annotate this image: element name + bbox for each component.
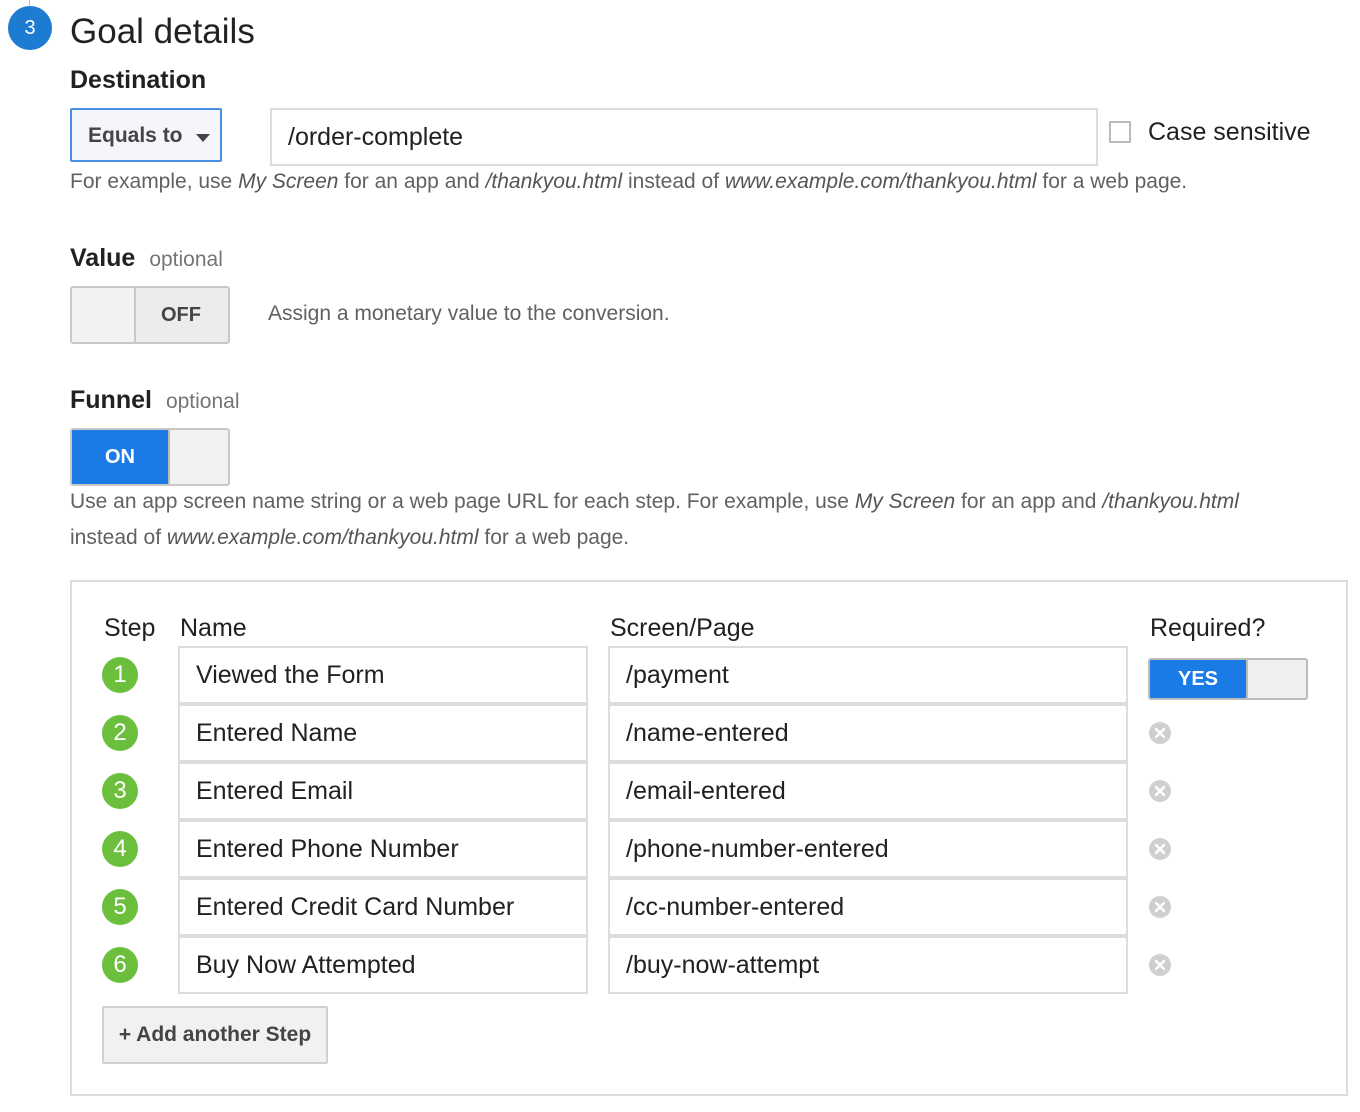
value-toggle[interactable]: OFF (70, 286, 230, 344)
page-title: Goal details (70, 12, 255, 51)
required-toggle-text: YES (1177, 668, 1219, 690)
case-sensitive-checkbox[interactable] (1109, 121, 1131, 143)
section-number-badge: 3 (8, 6, 52, 50)
step-name-input[interactable]: Entered Credit Card Number (178, 878, 588, 936)
step-name-input[interactable]: Viewed the Form (178, 646, 588, 704)
remove-step-icon[interactable] (1148, 779, 1172, 803)
step-name-input[interactable]: Entered Email (178, 762, 588, 820)
step-page-input[interactable]: /name-entered (608, 704, 1128, 762)
remove-step-icon[interactable] (1148, 837, 1172, 861)
match-type-value: Equals to (88, 124, 183, 147)
column-header-step: Step (104, 614, 156, 642)
value-label: Value optional (70, 244, 223, 272)
step-number-badge: 4 (102, 831, 138, 867)
required-toggle[interactable]: YES (1148, 658, 1308, 700)
value-help-text: Assign a monetary value to the conversio… (268, 302, 670, 325)
case-sensitive-label: Case sensitive (1148, 118, 1311, 146)
step-name-input[interactable]: Entered Phone Number (178, 820, 588, 878)
step-number-badge: 6 (102, 947, 138, 983)
column-header-required: Required? (1150, 614, 1266, 642)
step-name-input[interactable]: Buy Now Attempted (178, 936, 588, 994)
add-step-button[interactable]: + Add another Step (102, 1006, 328, 1064)
step-number-badge: 3 (102, 773, 138, 809)
destination-label: Destination (70, 66, 207, 94)
value-toggle-text: OFF (161, 304, 201, 326)
remove-step-icon[interactable] (1148, 721, 1172, 745)
funnel-toggle[interactable]: ON (70, 428, 230, 486)
value-optional-hint: optional (149, 248, 223, 271)
step-number-badge: 5 (102, 889, 138, 925)
step-page-input[interactable]: /cc-number-entered (608, 878, 1128, 936)
funnel-optional-hint: optional (165, 390, 240, 413)
match-type-dropdown[interactable]: Equals to (70, 108, 222, 162)
column-header-screen-page: Screen/Page (610, 614, 755, 642)
remove-step-icon[interactable] (1148, 895, 1172, 919)
destination-input[interactable]: /order-complete (270, 108, 1098, 166)
step-number-badge: 1 (102, 657, 138, 693)
funnel-toggle-text: ON (105, 446, 135, 468)
column-header-name: Name (180, 614, 247, 642)
step-page-input[interactable]: /phone-number-entered (608, 820, 1128, 878)
step-name-input[interactable]: Entered Name (178, 704, 588, 762)
step-page-input[interactable]: /buy-now-attempt (608, 936, 1128, 994)
funnel-help-text: Use an app screen name string or a web p… (70, 490, 1239, 549)
remove-step-icon[interactable] (1148, 953, 1172, 977)
destination-help-text: For example, use My Screen for an app an… (70, 170, 1188, 193)
step-number-badge: 2 (102, 715, 138, 751)
toggle-knob (168, 430, 228, 484)
toggle-knob (1246, 660, 1306, 698)
funnel-label: Funnel optional (70, 386, 240, 414)
step-page-input[interactable]: /payment (608, 646, 1128, 704)
step-page-input[interactable]: /email-entered (608, 762, 1128, 820)
chevron-down-icon (196, 134, 210, 142)
toggle-knob (72, 288, 136, 342)
